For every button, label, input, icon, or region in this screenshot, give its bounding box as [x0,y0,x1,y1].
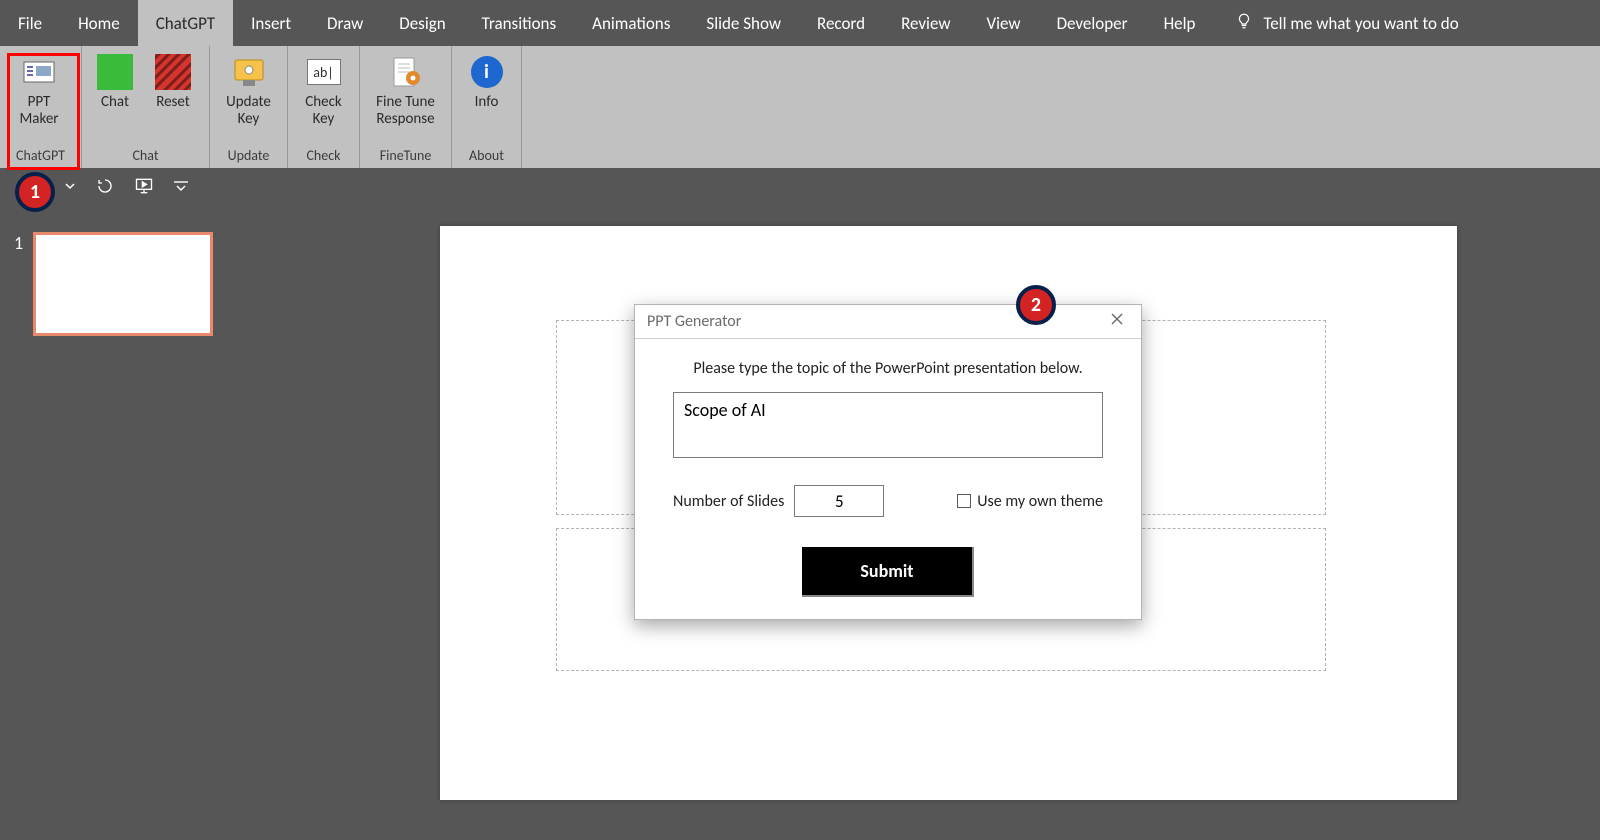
qat-start-from-beginning-icon[interactable] [134,177,154,195]
group-label-chat: Chat [82,145,209,168]
slide-number: 1 [14,232,23,254]
check-key-label: Check Key [305,94,342,129]
info-button[interactable]: i Info [460,50,513,111]
fine-tune-button[interactable]: Fine Tune Response [368,50,443,129]
chat-label: Chat [101,94,129,111]
menu-tab-bar: File Home ChatGPT Insert Draw Design Tra… [0,0,1600,46]
tab-animations[interactable]: Animations [574,0,688,46]
topic-input[interactable] [673,392,1103,458]
checkbox-icon [957,494,971,508]
abl-icon: ab| [304,52,344,92]
update-key-button[interactable]: Update Key [218,50,279,129]
submit-button[interactable]: Submit [802,547,974,597]
annotation-badge-1: 1 [15,172,55,212]
tell-me-label: Tell me what you want to do [1263,13,1458,34]
group-label-check: Check [288,145,359,168]
update-key-label: Update Key [226,94,271,129]
group-label-chatgpt: ChatGPT [0,145,81,168]
lightbulb-icon [1235,12,1253,35]
tab-help[interactable]: Help [1146,0,1214,46]
group-label-finetune: FineTune [360,145,451,168]
tab-draw[interactable]: Draw [309,0,381,46]
dialog-instruction: Please type the topic of the PowerPoint … [673,359,1103,378]
group-label-update: Update [210,145,287,168]
group-label-about: About [452,145,521,168]
num-slides-label: Number of Slides [673,492,784,511]
check-key-button[interactable]: ab| Check Key [296,50,351,129]
gear-page-icon [386,52,426,92]
slide-thumbnail-panel: 1 [0,210,244,840]
ppt-maker-icon [19,52,59,92]
use-own-theme-label: Use my own theme [977,492,1103,511]
qat-overflow[interactable] [174,180,188,192]
tab-view[interactable]: View [968,0,1038,46]
info-icon: i [467,52,507,92]
qat-undo-redo-icon[interactable] [96,177,114,195]
reset-button[interactable]: Reset [148,50,198,111]
tell-me-search[interactable]: Tell me what you want to do [1235,0,1458,46]
fine-tune-label: Fine Tune Response [376,94,435,129]
ppt-maker-label: PPT Maker [19,94,58,129]
red-hatch-icon [153,52,193,92]
num-slides-input[interactable] [794,485,884,517]
tab-review[interactable]: Review [883,0,968,46]
ribbon: PPT Maker ChatGPT Chat Reset Chat [0,46,1600,168]
slide-thumbnail-1[interactable] [33,232,213,336]
tab-transitions[interactable]: Transitions [464,0,574,46]
close-icon [1110,312,1124,331]
qat-customize-dropdown[interactable] [64,180,76,192]
tab-chatgpt[interactable]: ChatGPT [138,0,233,46]
tab-slide-show[interactable]: Slide Show [688,0,799,46]
use-own-theme-checkbox[interactable]: Use my own theme [957,492,1103,511]
key-card-icon [229,52,269,92]
green-square-icon [95,52,135,92]
dialog-title-text: PPT Generator [647,312,741,331]
dialog-titlebar[interactable]: PPT Generator [635,305,1141,339]
info-label: Info [475,94,499,111]
ppt-maker-button[interactable]: PPT Maker [8,50,70,129]
tab-insert[interactable]: Insert [233,0,309,46]
tab-record[interactable]: Record [799,0,883,46]
annotation-badge-2: 2 [1016,285,1056,325]
tab-developer[interactable]: Developer [1039,0,1146,46]
tab-home[interactable]: Home [60,0,138,46]
ppt-generator-dialog: PPT Generator Please type the topic of t… [634,304,1142,620]
chat-button[interactable]: Chat [90,50,140,111]
reset-label: Reset [156,94,190,111]
tab-file[interactable]: File [0,0,60,46]
tab-design[interactable]: Design [381,0,463,46]
dialog-close-button[interactable] [1101,309,1133,335]
